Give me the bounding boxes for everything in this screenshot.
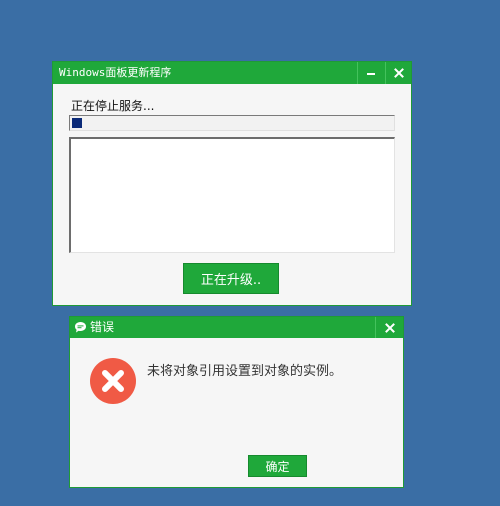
- error-close-button[interactable]: [375, 317, 403, 338]
- error-dialog: 错误 未将对象引用设置到对象的实例。 确定: [69, 316, 404, 488]
- ok-button[interactable]: 确定: [248, 455, 307, 477]
- minimize-button[interactable]: [357, 62, 383, 84]
- chat-bubble-icon: [75, 322, 86, 333]
- status-label: 正在停止服务...: [71, 99, 155, 113]
- updater-titlebar[interactable]: Windows面板更新程序: [53, 62, 411, 84]
- upgrade-button[interactable]: 正在升级..: [183, 263, 279, 294]
- close-icon: [393, 68, 404, 78]
- close-button[interactable]: [385, 62, 411, 84]
- close-icon: [384, 322, 395, 333]
- updater-window-title: Windows面板更新程序: [59, 66, 172, 79]
- log-textbox[interactable]: [69, 137, 395, 253]
- updater-window: Windows面板更新程序 正在停止服务... 正在升级..: [52, 61, 412, 306]
- error-dialog-title: 错误: [90, 320, 115, 334]
- minimize-icon: [366, 73, 375, 75]
- progress-bar-fill: [72, 118, 82, 128]
- error-x-icon: [90, 358, 136, 404]
- error-dialog-titlebar[interactable]: 错误: [70, 317, 403, 338]
- error-message: 未将对象引用设置到对象的实例。: [147, 364, 343, 379]
- progress-bar: [69, 115, 395, 131]
